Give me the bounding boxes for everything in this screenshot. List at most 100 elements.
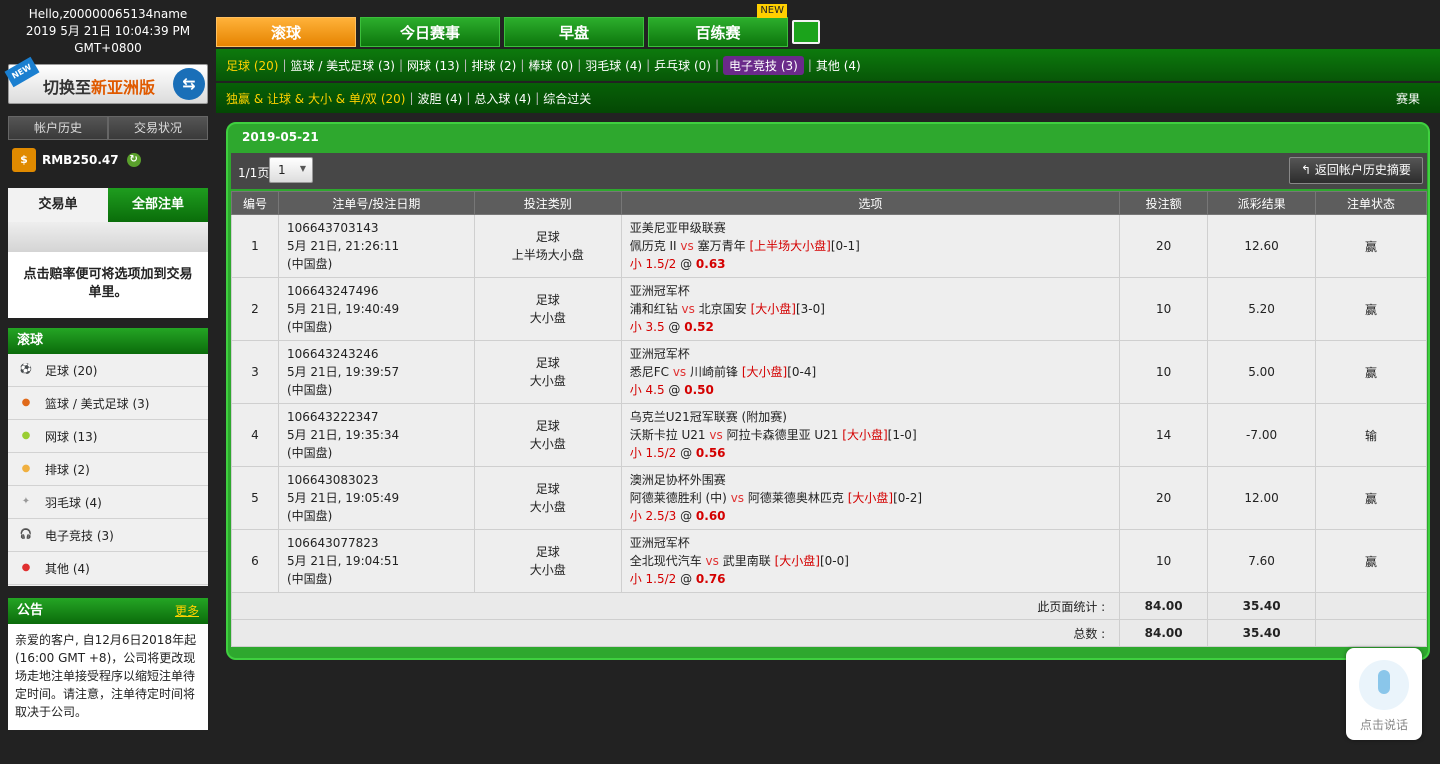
market-label: [大小盘] (774, 554, 820, 568)
bet-sport: 足球 (535, 230, 560, 244)
vs-label: vs (680, 239, 694, 253)
bet-selection-cell: 亚美尼亚甲级联赛 佩历克 II vs 塞万青年 [上半场大小盘][0-1] 小 1.… (620, 214, 1121, 278)
pager-bar: 1/1页 1 ▼ ↰ 返回帐户历史摘要 (231, 153, 1427, 189)
grand-total-result: 35.40 (1207, 619, 1317, 647)
bet-selection-cell: 亚洲冠军杯 全北现代汽车 vs 武里南联 [大小盘][0-0] 小 1.5/2 @ … (620, 529, 1121, 593)
bet-pick: 小 1.5/2 @ 0.76 (630, 570, 1120, 588)
sport-filter-item[interactable]: 排球 (2) (472, 57, 517, 74)
live-sport-item[interactable]: ● 网球 (13) (8, 420, 208, 453)
away-team: 阿拉卡森德里亚 U21 (726, 428, 839, 442)
sport-filter-item[interactable]: 足球 (20) (226, 57, 278, 74)
sport-filter-item[interactable]: 羽毛球 (4) (585, 57, 642, 74)
bet-sport: 足球 (535, 545, 560, 559)
bet-number: 5 (231, 466, 279, 530)
bet-result: 5.20 (1207, 277, 1317, 341)
market-label: [大小盘] (750, 302, 796, 316)
panel-date: 2019-05-21 (242, 130, 319, 144)
tab-early[interactable]: 早盘 (504, 17, 644, 47)
chevron-down-icon: ▼ (299, 164, 306, 173)
vs-label: vs (705, 554, 719, 568)
announcement-panel: 公告 更多 亲爱的客户, 自12月6日2018年起(16:00 GMT +8)，… (8, 598, 208, 730)
bet-league: 澳洲足协杯外围赛 (629, 473, 726, 487)
market-main[interactable]: 独赢 & 让球 & 大小 & 单/双 (20) (226, 90, 405, 107)
live-sport-item[interactable]: ✦ 羽毛球 (4) (8, 486, 208, 519)
tab-today[interactable]: 今日赛事 (360, 17, 500, 47)
live-sports-list: ⚽ 足球 (20) ● 篮球 / 美式足球 (3) ● 网球 (13) ● 排球 (2) ✦ 羽毛… (8, 354, 208, 585)
home-team: 阿德莱德胜利 (中) (629, 491, 727, 505)
page-select[interactable]: 1 ▼ (269, 157, 313, 183)
market-parlay[interactable]: 综合过关 (543, 90, 591, 107)
live-sport-item[interactable]: 🎧 电子竞技 (3) (8, 519, 208, 552)
bet-slip: 交易单 全部注单 点击赔率便可将选项加到交易单里。 (8, 188, 208, 318)
announcement-more-link[interactable]: 更多 (175, 598, 199, 624)
bet-stake: 20 (1119, 466, 1209, 530)
bet-match: 佩历克 II vs 塞万青年 [上半场大小盘][0-1] (630, 237, 1120, 255)
sport-filter-item[interactable]: 其他 (4) (816, 57, 861, 74)
voice-input-button[interactable]: 点击说话 (1346, 648, 1422, 740)
announcement-header: 公告 更多 (8, 598, 208, 624)
bet-pick: 小 2.5/3 @ 0.60 (630, 507, 1120, 525)
results-link[interactable]: 赛果 (1396, 90, 1420, 107)
bet-market-type: 大小盘 (529, 374, 566, 388)
sport-filter-item[interactable]: 乒乓球 (0) (654, 57, 711, 74)
live-sport-label: 网球 (13) (45, 429, 98, 444)
bet-league: 亚洲冠军杯 (629, 347, 690, 361)
bet-league: 乌克兰U21冠军联赛 (附加赛) (629, 410, 787, 424)
sport-filter-item[interactable]: 网球 (13) (407, 57, 459, 74)
trade-status-button[interactable]: 交易状况 (108, 116, 208, 140)
tab-practice[interactable]: 百练赛 NEW (648, 4, 788, 47)
bet-selection-cell: 乌克兰U21冠军联赛 (附加赛) 沃斯卡拉 U21 vs 阿拉卡森德里亚 U21 … (620, 403, 1121, 467)
tv-icon[interactable] (792, 20, 820, 44)
switch-asia-version-banner[interactable]: NEW 切换至新亚洲版 ⇆ (4, 56, 208, 104)
bet-match: 悉尼FC vs 川崎前锋 [大小盘][0-4] (630, 363, 1120, 381)
tab-all-bets[interactable]: 全部注单 (108, 188, 208, 222)
live-sport-item[interactable]: ⚽ 足球 (20) (8, 354, 208, 387)
bet-selection-cell: 澳洲足协杯外围赛 阿德莱德胜利 (中) vs 阿德莱德奥林匹克 [大小盘][0-2… (620, 466, 1121, 530)
bet-result: -7.00 (1207, 403, 1317, 467)
live-sport-item[interactable]: ● 篮球 / 美式足球 (3) (8, 387, 208, 420)
bet-ticket-cell: 106643703143 5月 21日, 21:26:11 (中国盘) (277, 214, 475, 278)
bet-ticket-cell: 106643222347 5月 21日, 19:35:34 (中国盘) (277, 403, 475, 467)
live-sport-item[interactable]: ● 排球 (2) (8, 453, 208, 486)
grand-total-stake: 84.00 (1119, 619, 1209, 647)
selection-line: 小 4.5 (629, 383, 665, 397)
bet-market-type: 大小盘 (529, 311, 566, 325)
live-sport-label: 排球 (2) (45, 462, 90, 477)
new-badge: NEW (4, 56, 40, 88)
table-row: 5 106643083023 5月 21日, 19:05:49 (中国盘) 足球 大小盘澳… (231, 466, 1427, 530)
home-team: 佩历克 II (629, 239, 677, 253)
live-sports-title: 滚球 (8, 328, 208, 354)
vs-label: vs (672, 365, 687, 379)
tab-live[interactable]: 滚球 (216, 17, 356, 47)
page-total-row: 此页面统计 : 84.00 35.40 (230, 592, 1427, 620)
soccer-icon: ⚽ (19, 364, 33, 375)
selection-line: 小 1.5/2 (629, 446, 677, 460)
refresh-icon[interactable]: ↻ (126, 153, 141, 167)
bet-market-type: 大小盘 (529, 500, 566, 514)
live-sport-item[interactable]: ● 其他 (4) (8, 552, 208, 585)
swap-arrows-icon: ⇆ (173, 68, 205, 100)
col-stake: 投注额 (1119, 191, 1209, 215)
away-team: 阿德莱德奥林匹克 (747, 491, 844, 505)
bet-status: 赢 (1315, 214, 1427, 278)
bet-odds-type: (中国盘) (286, 320, 333, 334)
back-to-summary-button[interactable]: ↰ 返回帐户历史摘要 (1289, 157, 1423, 184)
away-team: 川崎前锋 (690, 365, 739, 379)
main-content: 滚球 今日赛事 早盘 百练赛 NEW 足球 (20) | 篮球 / 美式足球 (3)… (216, 0, 1440, 764)
account-history-button[interactable]: 帐户历史 (8, 116, 108, 140)
sport-filter-item[interactable]: 棒球 (0) (528, 57, 573, 74)
market-total-goals[interactable]: 总入球 (4) (474, 90, 531, 107)
bet-status: 赢 (1315, 466, 1427, 530)
bet-status: 赢 (1315, 529, 1427, 593)
bet-stake: 10 (1119, 529, 1209, 593)
microphone-icon (1359, 660, 1409, 710)
market-label: [大小盘] (741, 365, 788, 379)
sport-filter-item[interactable]: 电子竞技 (3) (723, 55, 804, 75)
tab-trade-slip[interactable]: 交易单 (8, 188, 108, 222)
home-team: 浦和红钻 (629, 302, 678, 316)
home-team: 全北现代汽车 (629, 554, 702, 568)
bet-ticket-cell: 106643077823 5月 21日, 19:04:51 (中国盘) (277, 529, 475, 593)
sport-filter-item[interactable]: 篮球 / 美式足球 (3) (291, 57, 396, 74)
market-correct-score[interactable]: 波胆 (4) (418, 90, 463, 107)
market-label: [大小盘] (847, 491, 894, 505)
